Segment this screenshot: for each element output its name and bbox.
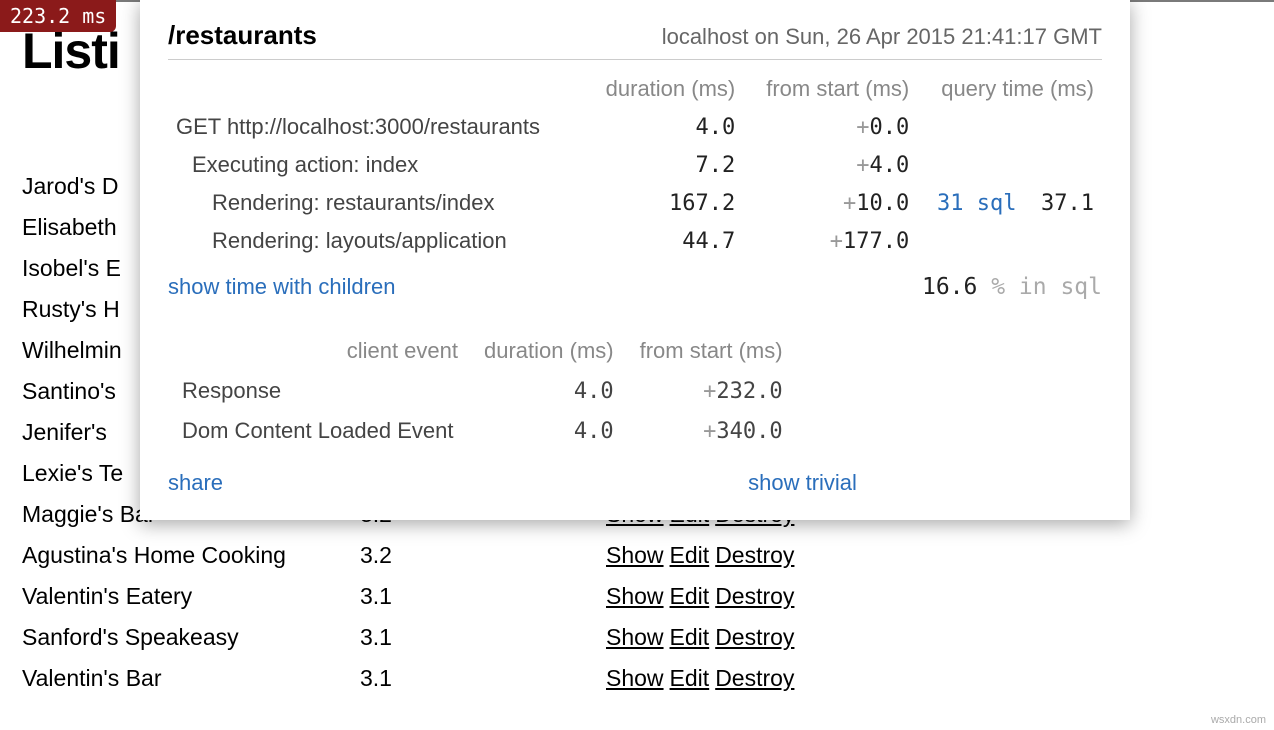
restaurant-rating: 3.1 <box>360 658 606 699</box>
profiler-sql <box>917 108 1024 146</box>
profiler-route: /restaurants <box>168 20 317 51</box>
profiler-duration: 167.2 <box>584 184 743 222</box>
profiler-sql[interactable]: 31 sql <box>917 184 1024 222</box>
show-link[interactable]: Show <box>606 542 664 568</box>
profiler-label: Rendering: layouts/application <box>168 222 584 260</box>
edit-link[interactable]: Edit <box>670 583 710 609</box>
profiler-sql <box>917 222 1024 260</box>
profiler-duration: 7.2 <box>584 146 743 184</box>
profiler-badge[interactable]: 223.2 ms <box>0 0 116 32</box>
profiler-row: Rendering: layouts/application44.7+177.0 <box>168 222 1102 260</box>
restaurant-name: Agustina's Home Cooking <box>22 535 360 576</box>
profiler-qtime <box>1024 222 1102 260</box>
col-client-duration: duration (ms) <box>472 332 626 370</box>
destroy-link[interactable]: Destroy <box>715 665 794 691</box>
profiler-from-start: +4.0 <box>743 146 917 184</box>
edit-link[interactable]: Edit <box>670 665 710 691</box>
table-row: Valentin's Eatery3.1ShowEditDestroy <box>22 576 816 617</box>
show-link[interactable]: Show <box>606 665 664 691</box>
profiler-row: Executing action: index7.2+4.0 <box>168 146 1102 184</box>
show-link[interactable]: Show <box>606 583 664 609</box>
profiler-sql <box>917 146 1024 184</box>
sql-percent: 16.6 % in sql <box>922 274 1102 300</box>
profiler-server-table: duration (ms) from start (ms) query time… <box>168 70 1102 260</box>
col-from-start: from start (ms) <box>743 70 917 108</box>
show-trivial-link[interactable]: show trivial <box>748 470 857 496</box>
col-query-time: query time (ms) <box>917 70 1102 108</box>
col-duration: duration (ms) <box>584 70 743 108</box>
show-time-with-children-link[interactable]: show time with children <box>168 274 395 300</box>
edit-link[interactable]: Edit <box>670 624 710 650</box>
profiler-meta: localhost on Sun, 26 Apr 2015 21:41:17 G… <box>662 24 1102 50</box>
table-row: Valentin's Bar3.1ShowEditDestroy <box>22 658 816 699</box>
client-duration: 4.0 <box>472 412 626 450</box>
destroy-link[interactable]: Destroy <box>715 583 794 609</box>
profiler-qtime: 37.1 <box>1024 184 1102 222</box>
profiler-duration: 4.0 <box>584 108 743 146</box>
destroy-link[interactable]: Destroy <box>715 624 794 650</box>
client-event-label: Dom Content Loaded Event <box>170 412 470 450</box>
show-link[interactable]: Show <box>606 624 664 650</box>
client-from-start: +340.0 <box>628 412 795 450</box>
table-row: Agustina's Home Cooking3.2ShowEditDestro… <box>22 535 816 576</box>
client-event-label: Response <box>170 372 470 410</box>
profiler-label: GET http://localhost:3000/restaurants <box>168 108 584 146</box>
profiler-row: Rendering: restaurants/index167.2+10.0 31… <box>168 184 1102 222</box>
restaurant-name: Sanford's Speakeasy <box>22 617 360 658</box>
restaurant-name: Valentin's Bar <box>22 658 360 699</box>
client-from-start: +232.0 <box>628 372 795 410</box>
edit-link[interactable]: Edit <box>670 542 710 568</box>
table-row: Sanford's Speakeasy3.1ShowEditDestroy <box>22 617 816 658</box>
restaurant-rating: 3.1 <box>360 617 606 658</box>
watermark: wsxdn.com <box>1211 714 1266 726</box>
profiler-client-table: client event duration (ms) from start (m… <box>168 330 1102 452</box>
profiler-from-start: +177.0 <box>743 222 917 260</box>
profiler-duration: 44.7 <box>584 222 743 260</box>
restaurant-name: Valentin's Eatery <box>22 576 360 617</box>
client-duration: 4.0 <box>472 372 626 410</box>
restaurant-actions: ShowEditDestroy <box>606 617 816 658</box>
restaurant-rating: 3.2 <box>360 535 606 576</box>
profiler-header: /restaurants localhost on Sun, 26 Apr 20… <box>168 20 1102 60</box>
restaurant-actions: ShowEditDestroy <box>606 535 816 576</box>
restaurant-actions: ShowEditDestroy <box>606 658 816 699</box>
profiler-from-start: +0.0 <box>743 108 917 146</box>
profiler-label: Rendering: restaurants/index <box>168 184 584 222</box>
profiler-panel: /restaurants localhost on Sun, 26 Apr 20… <box>140 0 1130 520</box>
restaurant-rating: 3.1 <box>360 576 606 617</box>
profiler-row: GET http://localhost:3000/restaurants4.0… <box>168 108 1102 146</box>
client-row: Response4.0+232.0 <box>170 372 795 410</box>
col-client-from-start: from start (ms) <box>628 332 795 370</box>
destroy-link[interactable]: Destroy <box>715 542 794 568</box>
client-row: Dom Content Loaded Event4.0+340.0 <box>170 412 795 450</box>
profiler-from-start: +10.0 <box>743 184 917 222</box>
restaurant-actions: ShowEditDestroy <box>606 576 816 617</box>
profiler-qtime <box>1024 108 1102 146</box>
profiler-label: Executing action: index <box>168 146 584 184</box>
share-link[interactable]: share <box>168 470 223 496</box>
profiler-qtime <box>1024 146 1102 184</box>
sql-link[interactable]: 31 sql <box>937 191 1016 216</box>
col-client-event: client event <box>170 332 470 370</box>
